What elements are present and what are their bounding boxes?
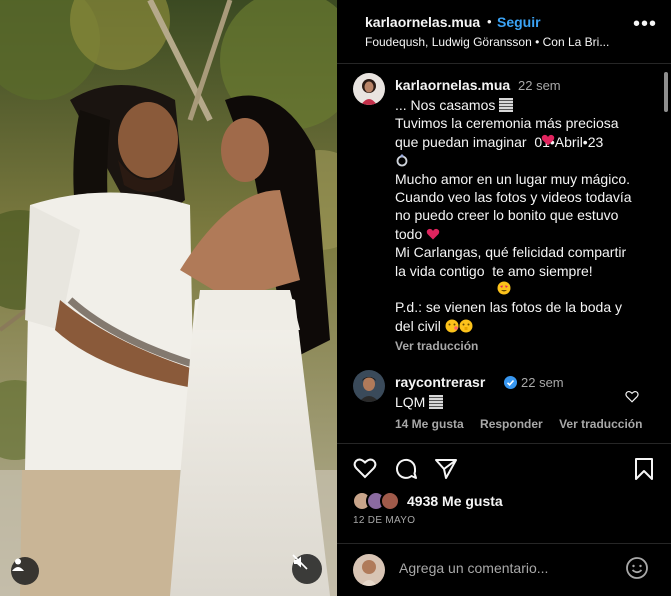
commenter-avatar[interactable] xyxy=(353,370,385,402)
current-user-avatar xyxy=(353,554,385,586)
post-media[interactable] xyxy=(0,0,337,596)
comment-like-button[interactable] xyxy=(625,390,639,408)
audio-track-link[interactable]: Foudeqush, Ludwig Göransson • Con La Bri… xyxy=(365,35,617,49)
comment-meta: 14 Me gusta Responder Ver traducción xyxy=(395,417,655,431)
heart-icon xyxy=(625,391,639,403)
liker-avatars xyxy=(353,491,400,511)
author-username[interactable]: karlaornelas.mua xyxy=(365,14,480,30)
see-translation-link[interactable]: Ver traducción xyxy=(395,339,478,353)
caption-line: no puedo creer lo bonito que estuvo xyxy=(395,207,619,224)
comment-see-translation-link[interactable]: Ver traducción xyxy=(559,417,642,431)
caption-line: Mi Carlangas, qué felicidad compartir xyxy=(395,244,627,261)
comment-button[interactable] xyxy=(394,457,418,486)
caption-line: P.d.: se vienen las fotos de la boda y xyxy=(395,299,623,316)
comment-timestamp[interactable]: 22 sem xyxy=(521,375,564,390)
share-button[interactable] xyxy=(434,457,458,486)
caption-username[interactable]: karlaornelas.mua xyxy=(395,77,510,93)
post-header: karlaornelas.mua • Seguir Foudeqush, Lud… xyxy=(337,0,671,64)
avatar-image xyxy=(353,554,385,586)
ring-emoji-icon xyxy=(395,153,409,167)
emoji-icon xyxy=(626,557,648,579)
commenter-username[interactable]: raycontrerasr xyxy=(395,374,485,390)
caption-line xyxy=(395,280,653,298)
caption-avatar[interactable] xyxy=(353,73,385,105)
comment-input[interactable]: Agrega un comentario... xyxy=(399,560,548,576)
wedding-photo xyxy=(0,0,337,596)
scrollbar-thumb[interactable] xyxy=(664,72,668,112)
caption-timestamp[interactable]: 22 sem xyxy=(518,78,561,93)
post-panel: karlaornelas.mua • Seguir Foudeqush, Lud… xyxy=(337,0,671,596)
bookmark-icon xyxy=(635,458,653,480)
mute-button[interactable] xyxy=(292,554,322,584)
caption-line: ... Nos casamos xyxy=(395,97,500,113)
avatar-image xyxy=(353,73,385,105)
verified-badge-icon xyxy=(504,376,517,389)
caption-line: Cuando veo las fotos y videos todavía xyxy=(395,189,632,206)
caption-line: que puedan imaginar 01•Abril•23 xyxy=(395,133,604,150)
kiss-emoji-icon xyxy=(445,319,459,333)
heart-emoji-icon xyxy=(426,227,440,241)
post-date[interactable]: 12 DE MAYO xyxy=(353,515,415,526)
caption-line: la vida contigo te amo siempre! xyxy=(395,262,593,279)
blocked-emoji-icon xyxy=(499,98,514,112)
heart-emoji-icon xyxy=(541,133,555,147)
comments-scroll-area[interactable]: karlaornelas.mua 22 sem ... Nos casamos … xyxy=(337,65,671,443)
like-button[interactable] xyxy=(353,457,377,484)
caption-line: todo xyxy=(395,225,427,242)
likes-count[interactable]: 4938 Me gusta xyxy=(407,493,503,509)
heart-eyes-emoji-icon xyxy=(497,281,511,295)
comment-likes-link[interactable]: 14 Me gusta xyxy=(395,417,464,431)
share-icon xyxy=(435,459,457,479)
caption-line: Tuvimos la ceremonia más preciosa xyxy=(395,115,619,132)
tagged-users-button[interactable] xyxy=(11,557,39,585)
follow-button[interactable]: Seguir xyxy=(497,14,541,30)
avatar-image xyxy=(353,370,385,402)
comment-item: raycontrerasr 22 sem LQM 14 Me gusta Res… xyxy=(353,370,663,440)
separator-dot: • xyxy=(487,14,492,29)
caption-line: Mucho amor en un lugar muy mágico. xyxy=(395,170,630,187)
blocked-emoji-icon xyxy=(429,395,444,409)
muted-speaker-icon xyxy=(292,554,308,570)
comment-icon xyxy=(396,458,417,479)
heart-icon xyxy=(353,458,377,479)
emoji-picker-button[interactable] xyxy=(625,556,649,585)
shush-emoji-icon xyxy=(459,319,473,333)
post-actions: 4938 Me gusta 12 DE MAYO xyxy=(337,443,671,543)
caption-text: ... Nos casamos Tuvimos la ceremonia más… xyxy=(395,96,653,335)
add-comment-bar: Agrega un comentario... xyxy=(337,543,671,596)
more-options-icon[interactable]: ••• xyxy=(633,14,657,34)
comment-text: LQM xyxy=(395,394,444,410)
caption-line: del civil xyxy=(395,317,445,334)
save-button[interactable] xyxy=(634,457,654,486)
reply-button[interactable]: Responder xyxy=(480,417,543,431)
user-tag-icon xyxy=(12,558,24,571)
